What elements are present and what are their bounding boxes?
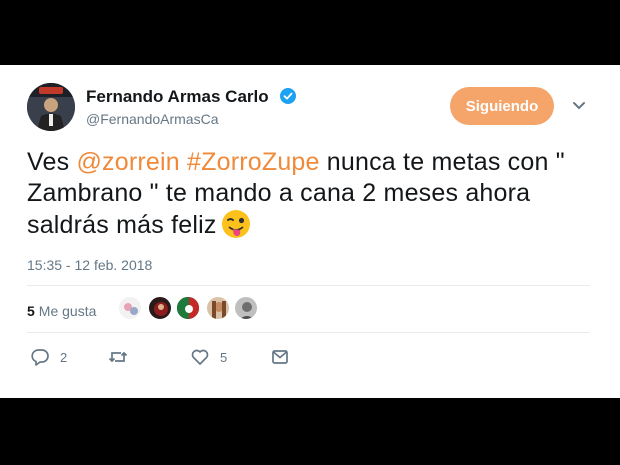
likes-stat[interactable]: 5 Me gusta: [27, 303, 96, 319]
envelope-icon: [272, 350, 288, 364]
direct-message-button[interactable]: [270, 347, 290, 367]
author-display-name[interactable]: Fernando Armas Carlo: [86, 87, 269, 107]
following-button[interactable]: Siguiendo: [450, 87, 554, 125]
reply-count: 2: [60, 349, 68, 365]
winking-face-with-tongue-icon: [221, 210, 250, 238]
tweet-space: [180, 148, 187, 176]
heart-icon: [191, 349, 209, 365]
likes-label: Me gusta: [38, 303, 97, 319]
retweet-button[interactable]: [108, 347, 138, 367]
retweet-icon: [108, 351, 128, 363]
tweet-prefix: Ves: [27, 148, 77, 176]
author-avatar[interactable]: [27, 83, 75, 131]
liker-avatar[interactable]: [234, 296, 258, 320]
tweet-card: Fernando Armas Carlo @FernandoArmasCa Si…: [0, 65, 620, 398]
liker-avatar[interactable]: [176, 296, 200, 320]
reply-button[interactable]: 2: [30, 347, 67, 367]
likes-number: 5: [27, 303, 35, 319]
tweet-text: Ves @zorrein #ZorroZupe nunca te metas c…: [27, 147, 602, 241]
divider: [27, 285, 590, 286]
tweet-timestamp[interactable]: 15:35 - 12 feb. 2018: [27, 257, 152, 273]
like-button[interactable]: 5: [190, 347, 227, 367]
mention-link[interactable]: @zorrein: [76, 148, 179, 176]
avatar-image: [27, 83, 75, 131]
like-count: 5: [220, 349, 228, 365]
liker-avatar[interactable]: [148, 296, 172, 320]
reply-icon: [31, 349, 49, 366]
verified-badge-icon: [280, 88, 296, 104]
author-handle[interactable]: @FernandoArmasCa: [86, 111, 219, 127]
liker-avatar[interactable]: [206, 296, 230, 320]
liker-avatar[interactable]: [118, 296, 142, 320]
chevron-down-icon[interactable]: [572, 101, 586, 111]
divider: [27, 332, 590, 333]
hashtag-link[interactable]: #ZorroZupe: [187, 148, 320, 176]
